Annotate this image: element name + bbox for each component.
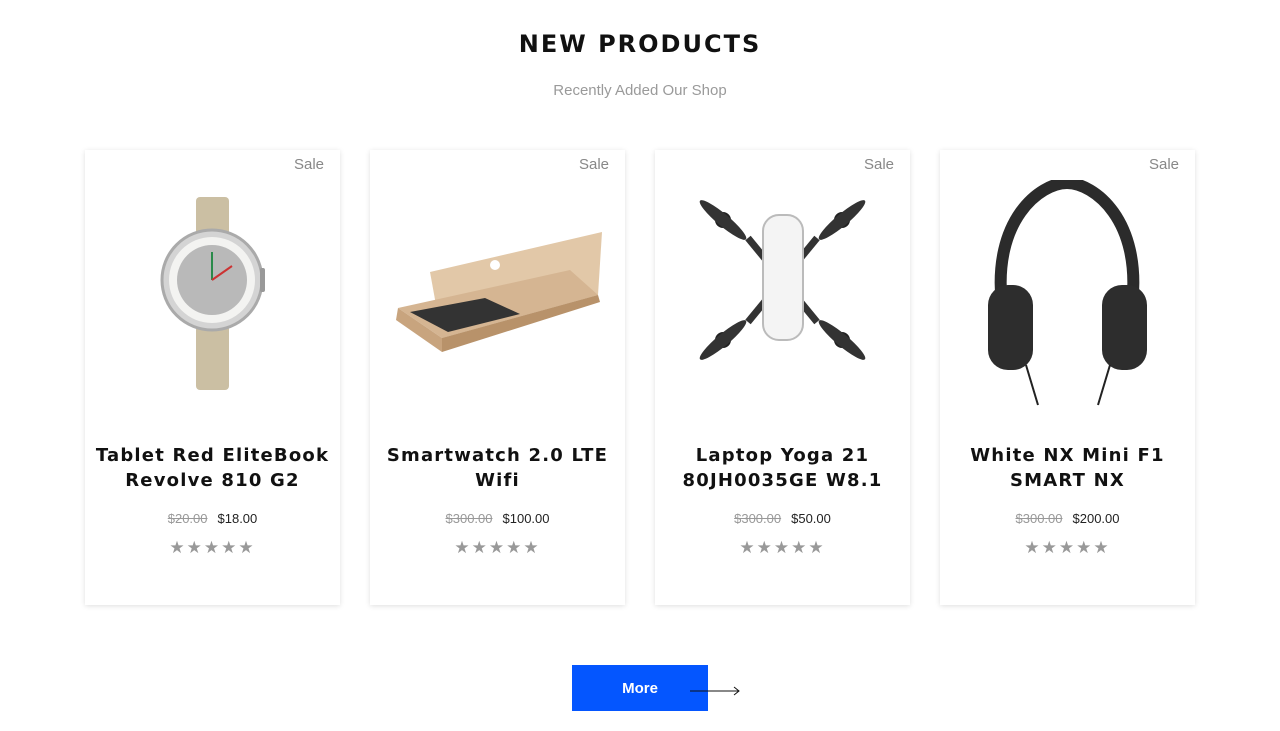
- product-title[interactable]: Smartwatch 2.0 LTE Wifi: [380, 443, 615, 493]
- old-price: $300.00: [445, 511, 493, 526]
- current-price: $18.00: [217, 511, 258, 526]
- current-price: $50.00: [791, 511, 831, 526]
- current-price: $100.00: [502, 511, 550, 526]
- product-card[interactable]: Sale White NX Mini F1 SMART NX $300.00 $2…: [940, 150, 1195, 605]
- old-price: $20.00: [167, 511, 208, 526]
- current-price: $200.00: [1072, 511, 1120, 526]
- sale-badge: Sale: [1148, 156, 1179, 173]
- smartwatch-image[interactable]: [85, 180, 340, 410]
- product-title[interactable]: Laptop Yoga 21 80JH0035GE W8.1: [665, 443, 900, 493]
- product-prices: $20.00 $18.00: [85, 511, 340, 526]
- more-button[interactable]: More: [572, 665, 708, 711]
- rating-stars: ★★★★★: [739, 538, 826, 557]
- product-card[interactable]: Sale Smartwatch 2.0 LTE Wifi $300.00 $100…: [370, 150, 625, 605]
- product-grid: Sale Tablet Red EliteBook Revolve 810 G2…: [85, 150, 1195, 605]
- product-title[interactable]: White NX Mini F1 SMART NX: [950, 443, 1185, 493]
- rating-stars: ★★★★★: [169, 538, 256, 557]
- laptop-image[interactable]: [370, 180, 625, 410]
- rating-stars: ★★★★★: [1024, 538, 1111, 557]
- old-price: $300.00: [734, 511, 782, 526]
- section-title: NEW PRODUCTS: [518, 30, 762, 58]
- sale-badge: Sale: [293, 156, 324, 173]
- rating-stars: ★★★★★: [454, 538, 541, 557]
- product-title[interactable]: Tablet Red EliteBook Revolve 810 G2: [95, 443, 330, 493]
- product-prices: $300.00 $100.00: [370, 511, 625, 526]
- drone-image[interactable]: [655, 180, 910, 410]
- arrow-right-icon: [690, 686, 740, 696]
- headphones-image[interactable]: [940, 180, 1195, 410]
- sale-badge: Sale: [578, 156, 609, 173]
- product-prices: $300.00 $200.00: [940, 511, 1195, 526]
- old-price: $300.00: [1015, 511, 1063, 526]
- product-card[interactable]: Sale Laptop Yoga 21 80JH0035GE W8.1 $300…: [655, 150, 910, 605]
- section-subtitle: Recently Added Our Shop: [553, 82, 727, 99]
- product-prices: $300.00 $50.00: [655, 511, 910, 526]
- product-card[interactable]: Sale Tablet Red EliteBook Revolve 810 G2…: [85, 150, 340, 605]
- sale-badge: Sale: [863, 156, 894, 173]
